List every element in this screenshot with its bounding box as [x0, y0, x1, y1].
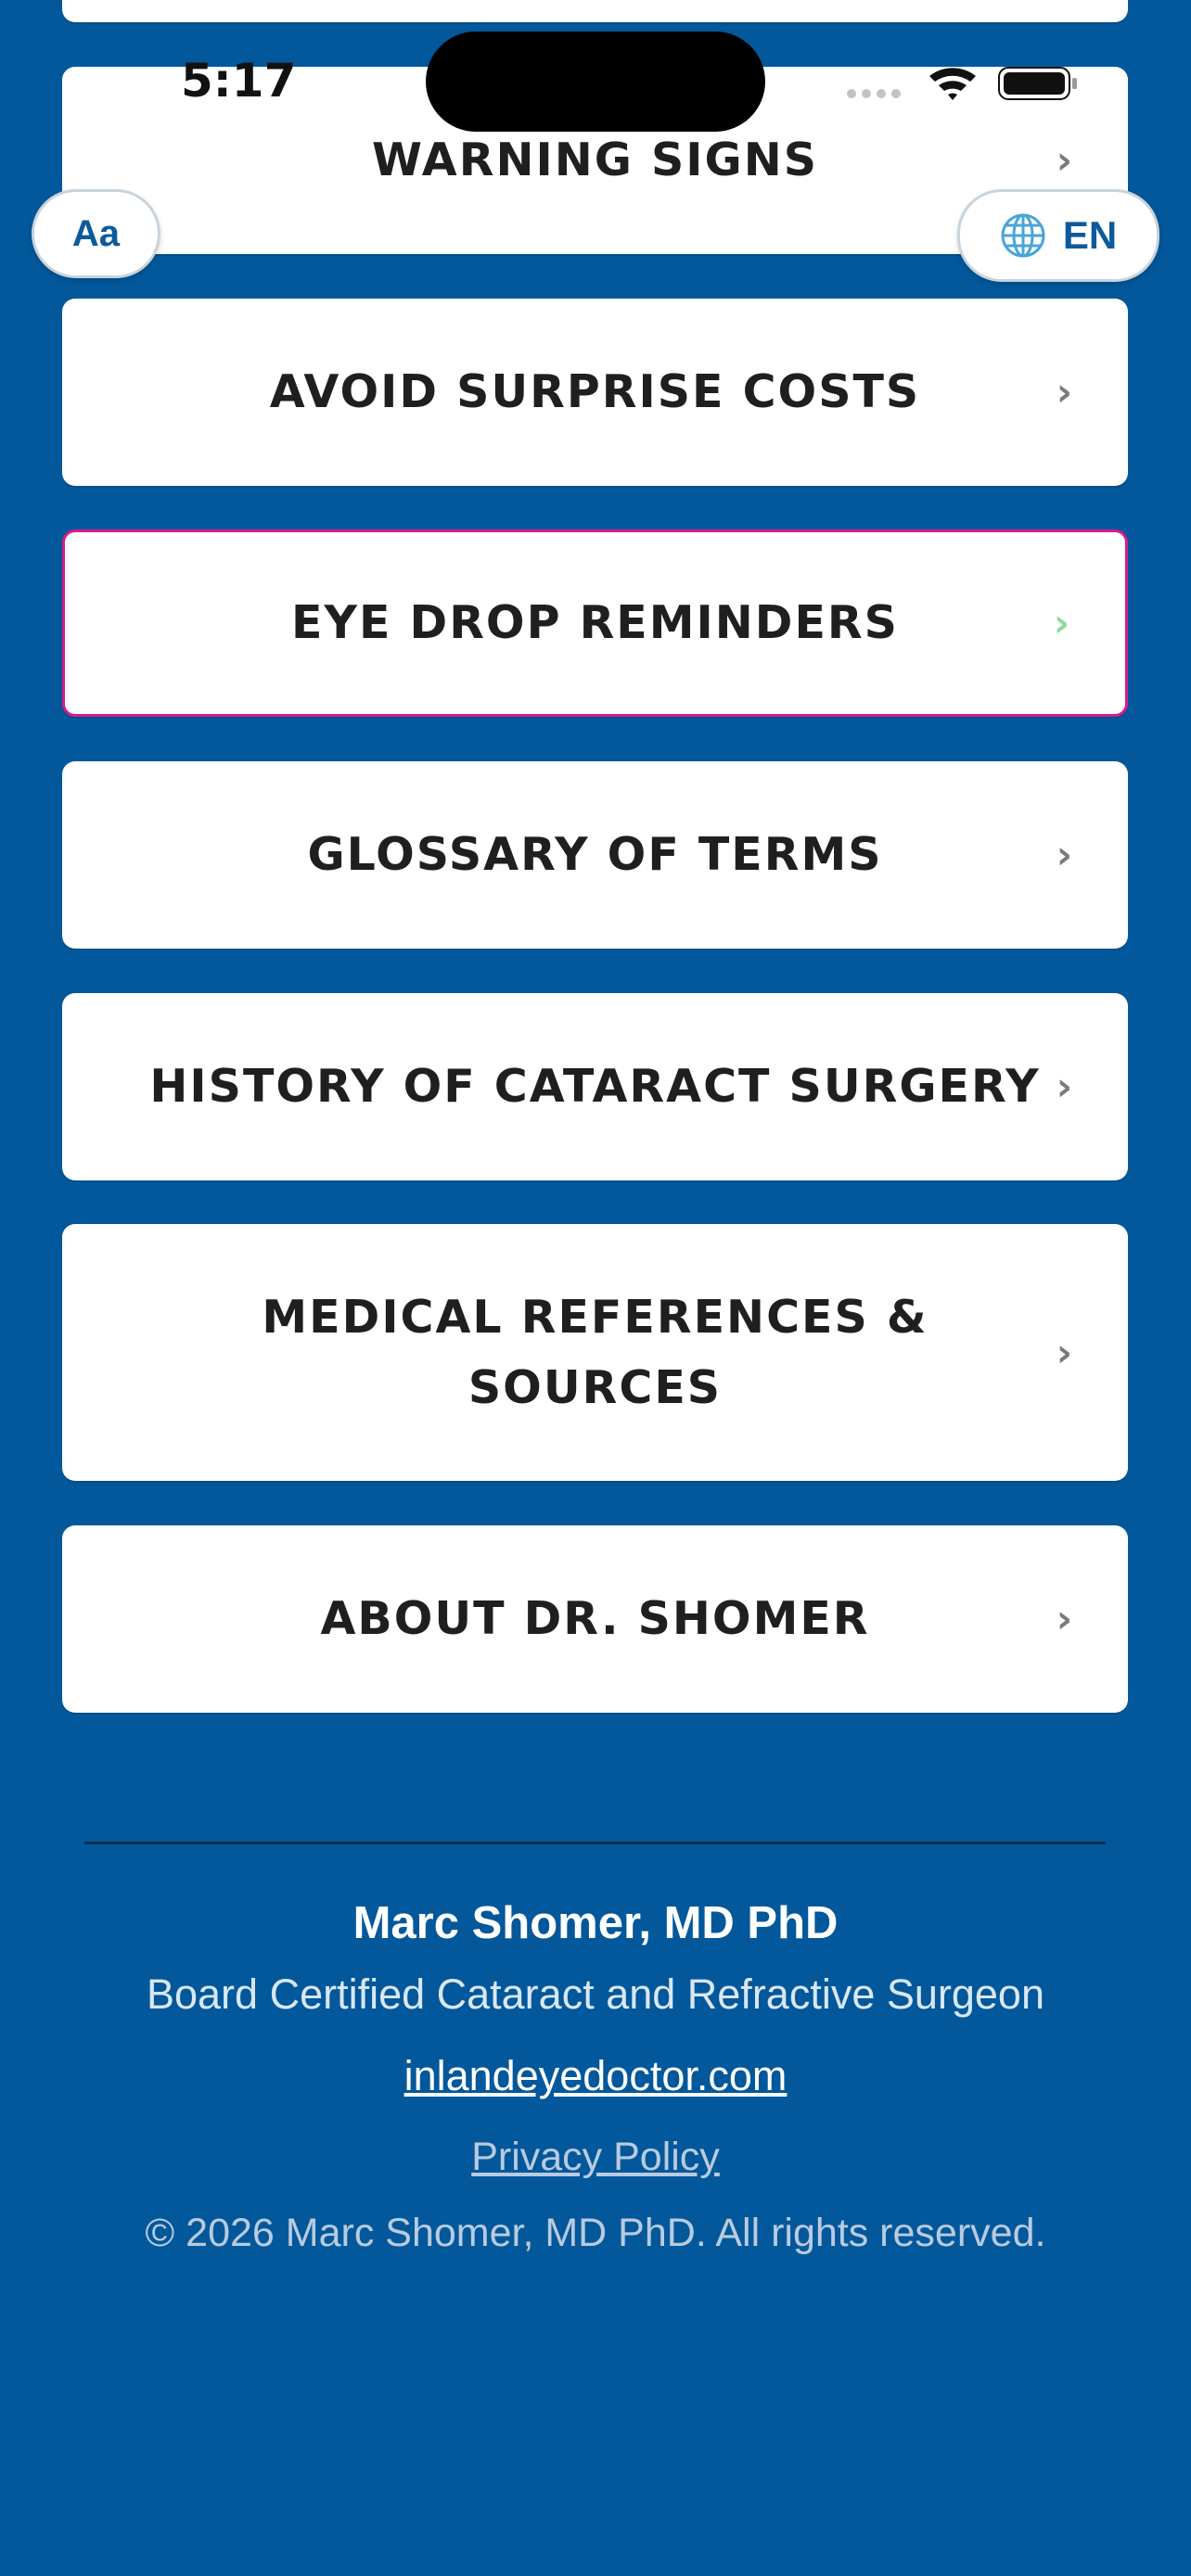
menu-item-label: GLOSSARY OF TERMS: [307, 828, 883, 881]
status-time: 5:17: [181, 54, 297, 108]
chevron-right-icon: ›: [1056, 1596, 1072, 1641]
menu-item-avoid-surprise-costs[interactable]: AVOID SURPRISE COSTS ›: [62, 299, 1128, 486]
copyright-text: © 2026 Marc Shomer, MD PhD. All rights r…: [145, 2211, 1046, 2255]
status-icons: [847, 67, 1077, 100]
menu-item-label: MEDICAL REFERENCES & SOURCES: [262, 1290, 928, 1414]
menu-item-label: EYE DROP REMINDERS: [291, 596, 899, 649]
cellular-signal-icon: [847, 89, 901, 98]
battery-icon: [998, 67, 1077, 100]
chevron-right-icon: ›: [1053, 600, 1069, 645]
menu-item-label: ABOUT DR. SHOMER: [320, 1592, 870, 1645]
dynamic-island: [426, 32, 765, 132]
menu-item-about-dr-shomer[interactable]: ABOUT DR. SHOMER ›: [62, 1525, 1128, 1713]
chevron-right-icon: ›: [1056, 832, 1072, 877]
footer-doctor-title: Board Certified Cataract and Refractive …: [146, 1970, 1044, 2018]
menu-item-glossary-of-terms[interactable]: GLOSSARY OF TERMS ›: [62, 761, 1128, 949]
wifi-icon: [929, 68, 976, 100]
font-size-button[interactable]: Aa: [32, 189, 160, 278]
menu-card-partial: [62, 0, 1128, 22]
globe-icon: [1001, 213, 1045, 258]
language-selector[interactable]: EN: [957, 189, 1159, 282]
footer-divider: [84, 1842, 1106, 1844]
footer-doctor-name: Marc Shomer, MD PhD: [352, 1898, 839, 1948]
menu-item-eye-drop-reminders[interactable]: EYE DROP REMINDERS ›: [62, 529, 1128, 717]
menu-item-label: AVOID SURPRISE COSTS: [269, 365, 921, 418]
menu-item-medical-references[interactable]: MEDICAL REFERENCES & SOURCES ›: [62, 1224, 1128, 1481]
website-link[interactable]: inlandeyedoctor.com: [0, 2052, 1191, 2100]
menu-item-label: HISTORY OF CATARACT SURGERY: [149, 1060, 1041, 1113]
chevron-right-icon: ›: [1056, 369, 1072, 414]
menu-item-history-of-cataract-surgery[interactable]: HISTORY OF CATARACT SURGERY ›: [62, 993, 1128, 1180]
font-size-label: Aa: [71, 212, 121, 254]
menu-item-label: WARNING SIGNS: [371, 134, 819, 186]
chevron-right-icon: ›: [1056, 1329, 1072, 1375]
language-label: EN: [1062, 213, 1118, 257]
chevron-right-icon: ›: [1056, 137, 1072, 183]
chevron-right-icon: ›: [1056, 1064, 1072, 1109]
privacy-policy-link[interactable]: Privacy Policy: [0, 2135, 1191, 2180]
